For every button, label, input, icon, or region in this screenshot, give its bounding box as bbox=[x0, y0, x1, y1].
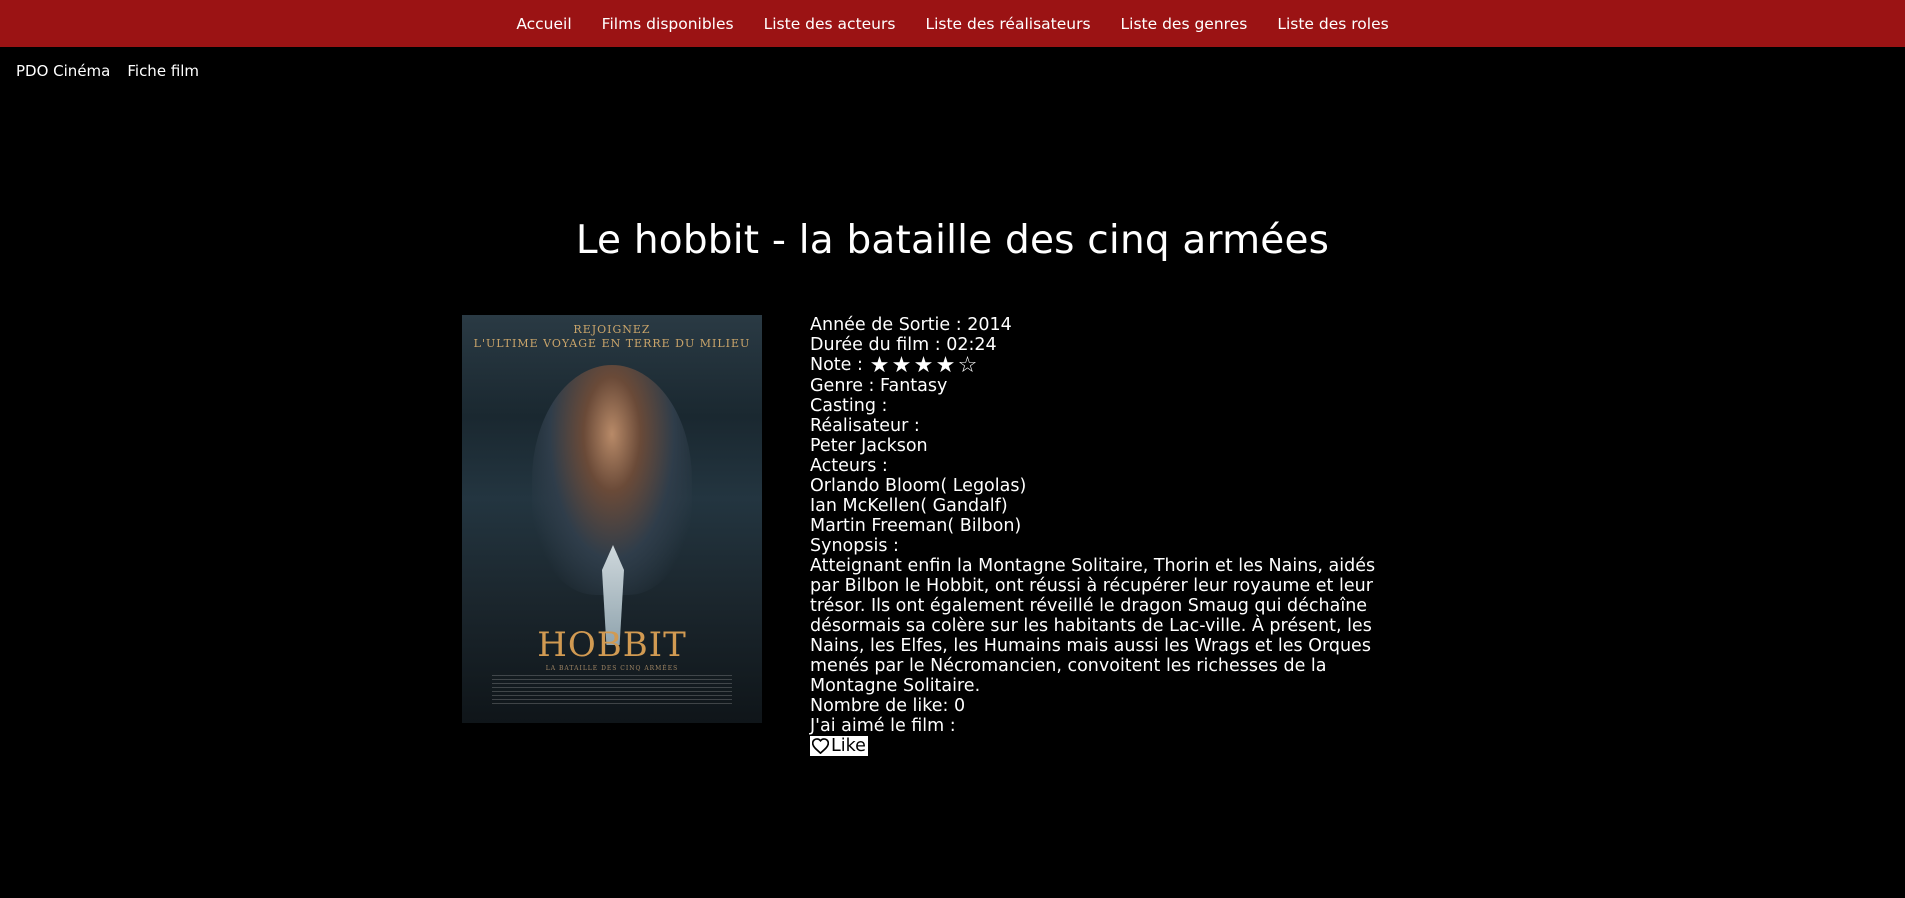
like-button[interactable]: Like bbox=[810, 736, 868, 756]
poster-credits-block bbox=[492, 675, 732, 705]
nav-liste-roles[interactable]: Liste des roles bbox=[1277, 15, 1388, 33]
star-filled-icon: ★ bbox=[891, 353, 912, 378]
actor-item: Ian McKellen( Gandalf) bbox=[810, 496, 1008, 516]
nav-liste-acteurs[interactable]: Liste des acteurs bbox=[764, 15, 896, 33]
rating-label: Note : bbox=[810, 355, 869, 375]
breadcrumb-brand-link[interactable]: PDO Cinéma bbox=[16, 62, 110, 80]
director-heading: Réalisateur : bbox=[810, 416, 920, 436]
nav-liste-genres[interactable]: Liste des genres bbox=[1121, 15, 1248, 33]
breadcrumb-current-page[interactable]: Fiche film bbox=[127, 62, 199, 80]
poster-tagline: REJOIGNEZ L'ULTIME VOYAGE EN TERRE DU MI… bbox=[462, 323, 762, 351]
star-filled-icon: ★ bbox=[935, 353, 956, 378]
poster-tagline-main: L'ULTIME VOYAGE EN TERRE DU MILIEU bbox=[473, 337, 751, 350]
actor-item: Martin Freeman( Bilbon) bbox=[810, 516, 1022, 536]
rating-row: Note : ★ ★ ★ ★ ☆ bbox=[810, 353, 1385, 378]
synopsis-heading: Synopsis : bbox=[810, 536, 899, 556]
film-title: Le hobbit - la bataille des cinq armées bbox=[575, 218, 1330, 263]
rating-stars: ★ ★ ★ ★ ☆ bbox=[868, 353, 978, 378]
star-empty-icon: ☆ bbox=[957, 353, 978, 378]
nav-accueil[interactable]: Accueil bbox=[516, 15, 571, 33]
actor-item: Orlando Bloom( Legolas) bbox=[810, 476, 1027, 496]
liked-label: J'ai aimé le film : bbox=[810, 716, 956, 736]
poster-subtitle: LA BATAILLE DES CINQ ARMÉES bbox=[545, 665, 679, 672]
star-filled-icon: ★ bbox=[869, 353, 890, 378]
heart-icon bbox=[812, 738, 829, 754]
breadcrumb: PDO Cinéma Fiche film bbox=[16, 62, 199, 80]
nav-films-disponibles[interactable]: Films disponibles bbox=[602, 15, 734, 33]
casting-heading: Casting : bbox=[810, 396, 888, 416]
actors-heading: Acteurs : bbox=[810, 456, 888, 476]
star-filled-icon: ★ bbox=[913, 353, 934, 378]
film-details: Année de Sortie : 2014 Durée du film : 0… bbox=[810, 315, 1385, 759]
nav-liste-realisateurs[interactable]: Liste des réalisateurs bbox=[925, 15, 1090, 33]
like-count: Nombre de like: 0 bbox=[810, 696, 966, 716]
poster-logo: HOBBIT bbox=[537, 625, 687, 665]
like-row: Like bbox=[810, 736, 1385, 759]
top-navigation: Accueil Films disponibles Liste des acte… bbox=[0, 0, 1905, 47]
duration: Durée du film : 02:24 bbox=[810, 335, 997, 355]
like-button-label: Like bbox=[831, 736, 866, 756]
synopsis-text: Atteignant enfin la Montagne Solitaire, … bbox=[810, 556, 1376, 696]
poster-tagline-top: REJOIGNEZ bbox=[573, 323, 651, 336]
release-year: Année de Sortie : 2014 bbox=[810, 315, 1012, 335]
genre: Genre : Fantasy bbox=[810, 376, 948, 396]
director-name: Peter Jackson bbox=[810, 436, 928, 456]
film-poster: REJOIGNEZ L'ULTIME VOYAGE EN TERRE DU MI… bbox=[462, 315, 762, 723]
